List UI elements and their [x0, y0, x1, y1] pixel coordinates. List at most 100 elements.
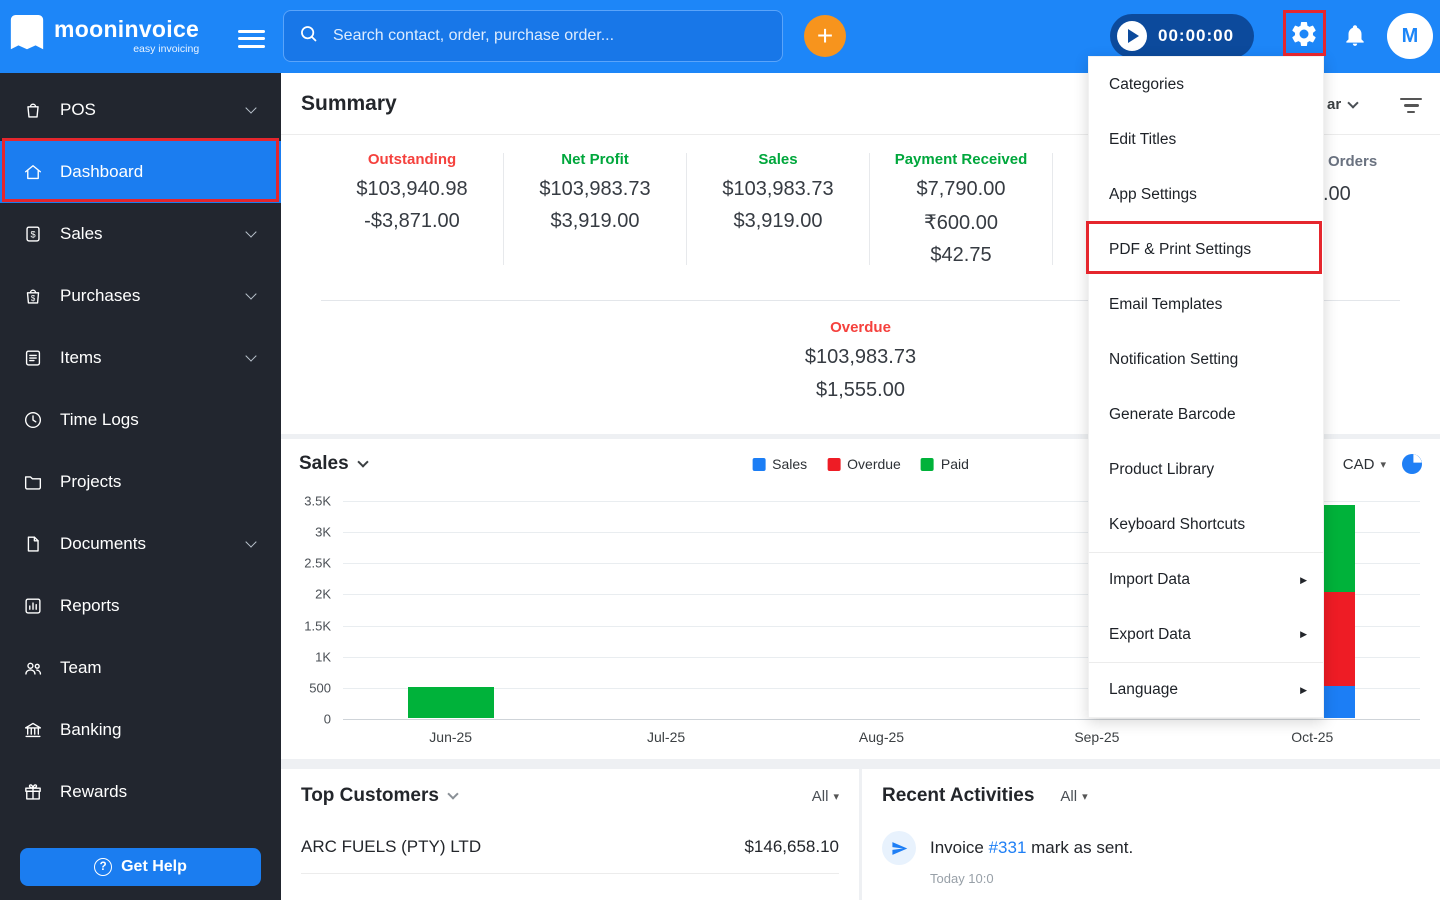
search-input[interactable] [331, 26, 768, 46]
sales-chart-title[interactable]: Sales [299, 453, 369, 475]
sidebar-item-label: Team [60, 658, 102, 677]
chevron-down-icon [245, 226, 257, 238]
x-axis-label: Sep-25 [1074, 729, 1120, 745]
menu-item-edit-titles[interactable]: Edit Titles [1089, 112, 1323, 167]
sidebar-item-items[interactable]: Items [0, 327, 281, 389]
menu-item-label: Language [1109, 681, 1178, 698]
legend-label: Sales [772, 456, 808, 472]
recent-activities-panel: Recent Activities All ▾ Invoice #331 mar… [862, 769, 1440, 900]
legend-item-sales: Sales [752, 456, 807, 472]
chart-gridline [343, 719, 1420, 720]
timer-widget[interactable]: 00:00:00 [1110, 14, 1255, 58]
menu-item-email-templates[interactable]: Email Templates [1089, 277, 1323, 332]
top-customers-filter[interactable]: All ▾ [812, 788, 839, 805]
chevron-down-icon [245, 350, 257, 362]
recent-activities-title: Recent Activities [882, 785, 1034, 807]
sidebar-item-label: Projects [60, 472, 122, 491]
summary-card-value: $42.75 [930, 244, 992, 266]
x-axis-label: Jul-25 [647, 729, 686, 745]
sidebar-item-dashboard[interactable]: Dashboard [0, 141, 281, 203]
document-icon [22, 533, 44, 555]
menu-item-keyboard-shortcuts[interactable]: Keyboard Shortcuts [1089, 497, 1323, 552]
sidebar-item-label: Banking [60, 720, 122, 739]
brand-tagline: easy invoicing [133, 43, 200, 55]
send-icon [882, 831, 916, 865]
settings-gear-icon[interactable] [1289, 19, 1319, 54]
sidebar-item-rewards[interactable]: Rewards [0, 761, 281, 823]
chevron-down-icon [356, 456, 369, 468]
legend-swatch [827, 457, 841, 471]
sidebar-item-label: Time Logs [60, 410, 139, 429]
sidebar-item-label: Rewards [60, 782, 128, 801]
menu-item-app-settings[interactable]: App Settings [1089, 167, 1323, 222]
caret-down-icon: ▾ [1380, 458, 1386, 471]
clock-icon [22, 409, 44, 431]
menu-item-label: App Settings [1109, 185, 1197, 203]
pos-icon [22, 99, 44, 121]
sidebar-item-documents[interactable]: Documents [0, 513, 281, 575]
summary-card-net-profit: Net Profit $103,983.73 $3,919.00 [504, 151, 686, 242]
period-selector[interactable]: ar [1327, 96, 1359, 113]
brand[interactable]: mooninvoice easy invoicing [10, 15, 199, 58]
summary-card-payment-received: Payment Received $7,790.00 ₹600.00 $42.75 [870, 151, 1052, 276]
play-icon[interactable] [1117, 21, 1147, 51]
pie-chart-icon[interactable] [1400, 452, 1424, 481]
sidebar-item-label: Purchases [60, 286, 141, 305]
summary-card-label: Outstanding [367, 151, 457, 168]
sidebar-item-pos[interactable]: POS [0, 79, 281, 141]
submenu-arrow-icon: ▶ [1300, 684, 1307, 695]
legend-item-paid: Paid [920, 456, 969, 472]
sales-icon: $ [22, 223, 44, 245]
bottom-row: Top Customers All ▾ ARC FUELS (PTY) LTD $… [281, 769, 1440, 900]
recent-activities-header: Recent Activities All ▾ [882, 769, 1420, 817]
search-icon [298, 23, 319, 49]
sidebar-item-label: Items [60, 348, 102, 367]
activity-text: Invoice #331 mark as sent. [930, 838, 1133, 858]
currency-selector[interactable]: CAD ▾ [1343, 456, 1386, 473]
menu-item-categories[interactable]: Categories [1089, 57, 1323, 112]
notifications-bell-icon[interactable] [1342, 22, 1368, 53]
menu-item-language[interactable]: Language ▶ [1089, 662, 1323, 717]
sidebar-item-team[interactable]: Team [0, 637, 281, 699]
menu-item-export-data[interactable]: Export Data ▶ [1089, 607, 1323, 662]
sidebar-item-banking[interactable]: Banking [0, 699, 281, 761]
sidebar-item-purchases[interactable]: $ Purchases [0, 265, 281, 327]
legend-label: Paid [940, 456, 969, 472]
menu-item-label: Import Data [1109, 571, 1190, 588]
sidebar-item-projects[interactable]: Projects [0, 451, 281, 513]
bar-segment-paid[interactable] [407, 686, 494, 718]
menu-item-notification-setting[interactable]: Notification Setting [1089, 332, 1323, 387]
menu-item-label: Edit Titles [1109, 130, 1177, 148]
hamburger-menu-icon[interactable] [238, 25, 265, 52]
menu-item-pdf-print-settings[interactable]: PDF & Print Settings [1089, 222, 1323, 277]
recent-activities-filter[interactable]: All ▾ [1060, 788, 1087, 805]
search-bar[interactable] [283, 10, 783, 62]
invoice-link[interactable]: #331 [989, 838, 1027, 857]
menu-item-import-data[interactable]: Import Data ▶ [1089, 552, 1323, 607]
menu-item-product-library[interactable]: Product Library [1089, 442, 1323, 497]
avatar[interactable]: M [1387, 13, 1433, 59]
currency-label: CAD [1342, 455, 1375, 473]
items-icon [22, 347, 44, 369]
x-axis-label: Oct-25 [1291, 729, 1334, 745]
filter-icon[interactable] [1400, 98, 1422, 117]
recent-activities-list: Invoice #331 mark as sent. Today 10:0 [882, 831, 1420, 886]
get-help-button[interactable]: ? Get Help [20, 848, 261, 886]
menu-item-label: Keyboard Shortcuts [1109, 515, 1246, 533]
top-customers-title-label: Top Customers [301, 785, 439, 806]
top-customers-title[interactable]: Top Customers [301, 785, 459, 807]
sidebar-item-sales[interactable]: $ Sales [0, 203, 281, 265]
svg-text:$: $ [31, 294, 36, 303]
menu-item-generate-barcode[interactable]: Generate Barcode [1089, 387, 1323, 442]
purchases-icon: $ [22, 285, 44, 307]
menu-item-label: Categories [1109, 75, 1184, 93]
summary-card-value: $103,940.98 [356, 178, 468, 200]
customer-row[interactable]: ARC FUELS (PTY) LTD $146,658.10 [301, 825, 839, 874]
sidebar-item-time-logs[interactable]: Time Logs [0, 389, 281, 451]
settings-menu: Categories Edit Titles App Settings PDF & P… [1086, 56, 1324, 718]
chart-x-axis: Jun-25 Jul-25 Aug-25 Sep-25 Oct-25 [343, 725, 1420, 751]
recent-activities-title-label: Recent Activities [882, 785, 1035, 806]
chart-bar-jun-25[interactable] [407, 686, 494, 718]
sidebar-item-reports[interactable]: Reports [0, 575, 281, 637]
add-button[interactable]: + [804, 15, 846, 57]
